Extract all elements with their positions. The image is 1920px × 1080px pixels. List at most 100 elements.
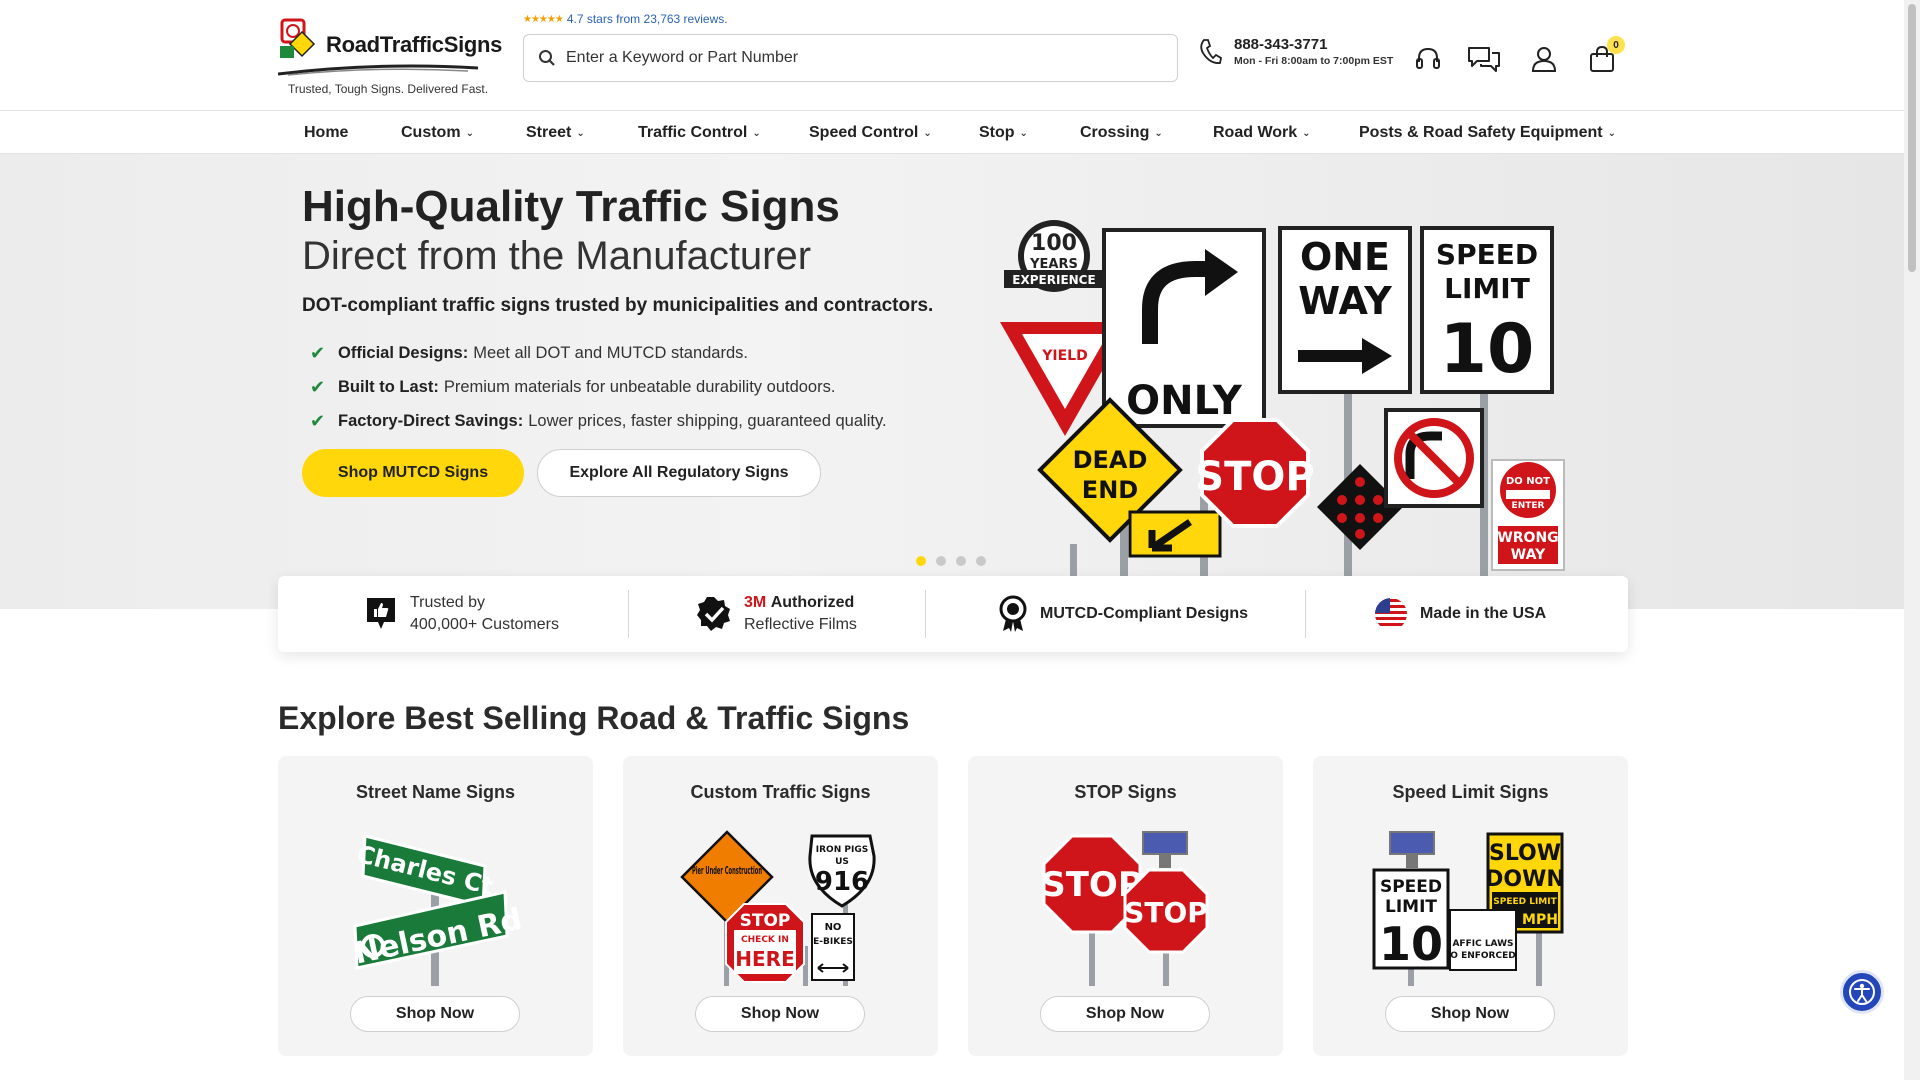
svg-text:STOP: STOP xyxy=(740,911,791,931)
chat-icon[interactable] xyxy=(1467,42,1501,76)
hero-banner: High-Quality Traffic Signs Direct from t… xyxy=(0,154,1904,609)
svg-text:100: 100 xyxy=(1031,231,1077,256)
hero-feature-item: ✔ Official Designs: Meet all DOT and MUT… xyxy=(310,336,887,370)
explore-regulatory-button[interactable]: Explore All Regulatory Signs xyxy=(537,449,821,497)
nav-item-stop[interactable]: Stop ⌄ xyxy=(979,111,1028,155)
us-flag-icon xyxy=(1375,598,1407,630)
hero-feature-list: ✔ Official Designs: Meet all DOT and MUT… xyxy=(310,336,887,438)
accessibility-icon xyxy=(1849,979,1875,1005)
chevron-down-icon: ⌄ xyxy=(465,127,474,139)
category-card-custom-traffic[interactable]: Custom Traffic Signs Pier Under Construc… xyxy=(623,756,938,1056)
svg-text:END: END xyxy=(1082,476,1138,504)
hero-subtitle: Direct from the Manufacturer xyxy=(302,234,812,278)
trust-customers-line2: 400,000+ Customers xyxy=(410,616,559,633)
search-bar xyxy=(523,34,1178,82)
phone-contact[interactable]: 888-343-3771 Mon - Fri 8:00am to 7:00pm … xyxy=(1198,36,1393,67)
rating-stars-icon: ★★★★★ xyxy=(523,13,564,25)
nav-item-custom[interactable]: Custom ⌄ xyxy=(401,111,474,155)
phone-number: 888-343-3771 xyxy=(1234,36,1328,53)
svg-text:US: US xyxy=(835,857,849,867)
shop-mutcd-button[interactable]: Shop MUTCD Signs xyxy=(302,449,524,497)
svg-text:O ENFORCED: O ENFORCED xyxy=(1450,951,1515,961)
custom-traffic-signs-image: Pier Under Construction IRON PIGS US 916… xyxy=(680,830,876,986)
feature-text: Lower prices, faster shipping, guarantee… xyxy=(528,411,887,430)
svg-text:SPEED: SPEED xyxy=(1436,238,1538,271)
svg-text:YIELD: YIELD xyxy=(1041,348,1087,364)
shop-now-button[interactable]: Shop Now xyxy=(695,996,865,1032)
stop-signs-image: STOP STOP xyxy=(1041,831,1209,986)
stop-sign: STOP xyxy=(1195,418,1315,528)
shop-now-button[interactable]: Shop Now xyxy=(350,996,520,1032)
svg-text:IRON PIGS: IRON PIGS xyxy=(816,845,868,855)
support-headset-icon[interactable] xyxy=(1411,42,1445,76)
hero-signs-illustration: 100 YEARS EXPERIENCE YIELD ONLY ONE WAY … xyxy=(1000,220,1565,609)
divider xyxy=(1305,590,1306,638)
main-nav: Home Custom ⌄ Street ⌄ Traffic Control ⌄ Sp… xyxy=(0,110,1904,154)
scrollbar-thumb[interactable] xyxy=(1908,4,1916,272)
nav-item-road-work[interactable]: Road Work ⌄ xyxy=(1213,111,1311,155)
cart-icon[interactable]: 0 xyxy=(1585,36,1625,76)
feature-bold: Official Designs: xyxy=(338,343,469,362)
no-left-turn-sign xyxy=(1384,408,1484,508)
site-header: RoadTrafficSigns Trusted, Tough Signs. D… xyxy=(0,0,1904,110)
svg-text:WAY: WAY xyxy=(1511,547,1546,563)
svg-text:LIMIT: LIMIT xyxy=(1385,897,1437,917)
nav-label: Custom xyxy=(401,124,461,141)
trust-3m-films: 3M Authorized Reflective Films xyxy=(696,576,857,652)
svg-text:SPEED: SPEED xyxy=(1380,877,1442,897)
thumbs-up-icon xyxy=(367,598,395,629)
carousel-dot[interactable] xyxy=(916,556,926,566)
svg-text:WRONG: WRONG xyxy=(1497,530,1558,546)
hero-feature-item: ✔ Built to Last: Premium materials for u… xyxy=(310,370,887,404)
do-not-enter-sign: DO NOT ENTER WRONG WAY xyxy=(1491,459,1565,571)
nav-item-street[interactable]: Street ⌄ xyxy=(526,111,585,155)
nav-label: Road Work xyxy=(1213,124,1298,141)
carousel-dot[interactable] xyxy=(976,556,986,566)
nav-item-speed-control[interactable]: Speed Control ⌄ xyxy=(809,111,932,155)
checkmark-icon: ✔ xyxy=(310,410,326,431)
search-input[interactable] xyxy=(566,49,1126,67)
page-scrollbar[interactable] xyxy=(1904,0,1920,1080)
svg-text:916: 916 xyxy=(815,867,869,897)
checkmark-icon: ✔ xyxy=(310,342,326,363)
nav-label: Stop xyxy=(979,124,1015,141)
nav-item-traffic-control[interactable]: Traffic Control ⌄ xyxy=(638,111,761,155)
nav-item-posts-safety[interactable]: Posts & Road Safety Equipment ⌄ xyxy=(1359,111,1616,155)
card-title: Speed Limit Signs xyxy=(1392,782,1549,802)
svg-text:LIMIT: LIMIT xyxy=(1444,272,1530,305)
logo-text: RoadTrafficSigns xyxy=(326,32,503,57)
nav-item-crossing[interactable]: Crossing ⌄ xyxy=(1080,111,1163,155)
cart-count-badge: 0 xyxy=(1607,36,1625,54)
search-icon[interactable] xyxy=(538,49,556,67)
shop-now-button[interactable]: Shop Now xyxy=(1040,996,1210,1032)
account-icon[interactable] xyxy=(1527,42,1561,76)
site-logo[interactable]: RoadTrafficSigns Trusted, Tough Signs. D… xyxy=(278,18,508,98)
trust-mutcd-text: MUTCD-Compliant Designs xyxy=(1040,605,1248,622)
nav-item-home[interactable]: Home xyxy=(304,111,348,155)
card-title: STOP Signs xyxy=(1074,782,1177,802)
logo-tagline: Trusted, Tough Signs. Delivered Fast. xyxy=(288,82,489,96)
checkmark-icon: ✔ xyxy=(310,376,326,397)
feature-text: Meet all DOT and MUTCD standards. xyxy=(473,343,748,362)
category-card-stop-signs[interactable]: STOP Signs STOP STOP Shop Now xyxy=(968,756,1283,1056)
card-title: Custom Traffic Signs xyxy=(690,782,871,802)
feature-bold: Built to Last: xyxy=(338,377,439,396)
svg-text:ENTER: ENTER xyxy=(1512,501,1545,511)
review-rating[interactable]: ★★★★★ 4.7 stars from 23,763 reviews. xyxy=(523,12,728,26)
shop-now-button[interactable]: Shop Now xyxy=(1385,996,1555,1032)
svg-text:NO: NO xyxy=(825,922,842,933)
svg-text:SPEED LIMIT: SPEED LIMIT xyxy=(1493,897,1557,907)
svg-text:CHECK IN: CHECK IN xyxy=(741,935,789,945)
svg-text:STOP: STOP xyxy=(1124,896,1208,929)
chevron-down-icon: ⌄ xyxy=(576,127,585,139)
category-card-speed-limit[interactable]: Speed Limit Signs SLOW DOWN SPEED LIMIT … xyxy=(1313,756,1628,1056)
carousel-dot[interactable] xyxy=(936,556,946,566)
svg-text:DEAD: DEAD xyxy=(1073,446,1148,474)
carousel-dot[interactable] xyxy=(956,556,966,566)
trust-mutcd: MUTCD-Compliant Designs xyxy=(998,576,1248,652)
accessibility-button[interactable] xyxy=(1840,970,1884,1014)
street-name-signs-image: Charles Ct Nelson Rd xyxy=(351,834,525,986)
svg-text:10: 10 xyxy=(1379,917,1443,971)
category-card-street-name[interactable]: Street Name Signs Charles Ct Nelson Rd S… xyxy=(278,756,593,1056)
card-title: Street Name Signs xyxy=(355,782,516,802)
